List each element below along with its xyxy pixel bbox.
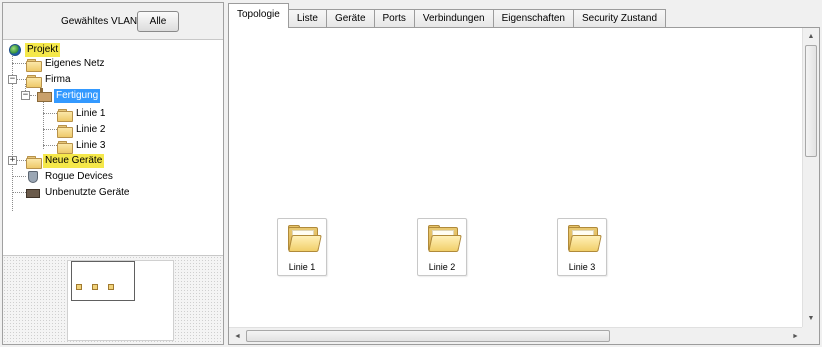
tree-node-label: Linie 2 xyxy=(76,123,106,135)
tree-line xyxy=(43,113,57,114)
tree-node-label: Projekt xyxy=(25,42,61,57)
folder-icon xyxy=(56,107,73,122)
left-panel: Gewähltes VLAN: Alle − − + Projekt Eigen… xyxy=(2,2,224,345)
overview-minimap[interactable] xyxy=(3,255,223,344)
tree-node-label: Rogue Devices xyxy=(45,170,113,182)
tab-ports[interactable]: Ports xyxy=(373,9,415,28)
horizontal-scroll-thumb[interactable] xyxy=(246,330,610,342)
tree-line xyxy=(12,176,26,177)
tree-node-label: Eigenes Netz xyxy=(45,57,105,69)
scroll-up-icon[interactable]: ▲ xyxy=(803,28,819,45)
vlan-bar: Gewähltes VLAN: Alle xyxy=(3,3,223,40)
minimap-folder-icon xyxy=(108,284,114,290)
expander-fertigung[interactable]: − xyxy=(21,91,30,100)
tab-topologie[interactable]: Topologie xyxy=(228,3,289,28)
tree-line xyxy=(43,145,57,146)
scroll-down-icon[interactable]: ▼ xyxy=(803,310,819,327)
folder-icon xyxy=(56,123,73,138)
topology-node-linie-1[interactable]: Linie 1 xyxy=(277,218,327,276)
new-devices-folder-icon xyxy=(25,154,42,169)
tree-node-rogue-devices[interactable]: Rogue Devices xyxy=(25,169,115,184)
tree-line xyxy=(43,102,44,149)
minimap-viewport-frame[interactable] xyxy=(71,261,135,301)
folder-icon xyxy=(25,57,42,72)
folder-icon xyxy=(286,225,322,253)
node-caption: Linie 3 xyxy=(568,262,596,272)
vertical-scrollbar[interactable]: ▲ ▼ xyxy=(802,28,819,327)
scroll-left-icon[interactable]: ◄ xyxy=(229,328,246,344)
tree-node-linie-3[interactable]: Linie 3 xyxy=(56,138,107,154)
project-tree[interactable]: − − + Projekt Eigenes Netz Firma Fertigu… xyxy=(3,40,223,254)
node-caption: Linie 2 xyxy=(428,262,456,272)
globe-icon xyxy=(7,43,23,57)
tree-node-neue-geraete[interactable]: Neue Geräte xyxy=(25,153,105,169)
tree-node-label: Fertigung xyxy=(54,88,101,103)
topology-node-linie-2[interactable]: Linie 2 xyxy=(417,218,467,276)
topology-canvas[interactable]: Linie 1 Linie 2 Linie 3 ▲ ▼ ◄ ► xyxy=(228,27,820,345)
tree-node-firma[interactable]: Firma xyxy=(25,72,73,88)
minimap-canvas xyxy=(67,260,174,341)
tree-line xyxy=(43,129,57,130)
folder-icon xyxy=(56,139,73,154)
folder-icon xyxy=(426,225,462,253)
minimap-folder-icon xyxy=(92,284,98,290)
factory-icon xyxy=(36,87,52,103)
right-panel: Topologie Liste Geräte Ports Verbindunge… xyxy=(228,2,820,345)
tree-node-eigenes-netz[interactable]: Eigenes Netz xyxy=(25,56,106,72)
expander-neue-geraete[interactable]: + xyxy=(8,156,17,165)
scroll-corner xyxy=(802,327,819,344)
tree-node-fertigung[interactable]: Fertigung xyxy=(36,87,101,103)
horizontal-scrollbar[interactable]: ◄ ► xyxy=(229,327,804,344)
topology-node-linie-3[interactable]: Linie 3 xyxy=(557,218,607,276)
folder-icon xyxy=(566,225,602,253)
vlan-label: Gewähltes VLAN: xyxy=(61,16,140,27)
vertical-scroll-thumb[interactable] xyxy=(805,45,817,157)
tab-verbindungen[interactable]: Verbindungen xyxy=(413,9,494,28)
tree-node-projekt[interactable]: Projekt xyxy=(7,42,61,57)
tab-geraete[interactable]: Geräte xyxy=(325,9,375,28)
tree-node-label: Unbenutzte Geräte xyxy=(45,186,130,198)
tab-liste[interactable]: Liste xyxy=(287,9,327,28)
shield-icon xyxy=(25,170,41,184)
tab-eigenschaften[interactable]: Eigenschaften xyxy=(492,9,574,28)
tree-node-label: Linie 1 xyxy=(76,107,106,119)
device-icon xyxy=(25,186,41,200)
tree-node-label: Neue Geräte xyxy=(43,153,105,168)
folder-open-icon xyxy=(25,73,42,88)
tree-node-label: Linie 3 xyxy=(76,139,106,151)
tree-line xyxy=(12,192,26,193)
tree-node-linie-2[interactable]: Linie 2 xyxy=(56,122,107,138)
vlan-all-button[interactable]: Alle xyxy=(137,11,179,32)
expander-firma[interactable]: − xyxy=(8,75,17,84)
minimap-folder-icon xyxy=(76,284,82,290)
tree-node-label: Firma xyxy=(45,73,71,85)
tab-bar: Topologie Liste Geräte Ports Verbindunge… xyxy=(228,2,667,28)
tree-line xyxy=(12,63,26,64)
tree-node-linie-1[interactable]: Linie 1 xyxy=(56,106,107,122)
tab-security-zustand[interactable]: Security Zustand xyxy=(572,9,667,28)
tree-node-unbenutzte-geraete[interactable]: Unbenutzte Geräte xyxy=(25,185,132,200)
node-caption: Linie 1 xyxy=(288,262,316,272)
